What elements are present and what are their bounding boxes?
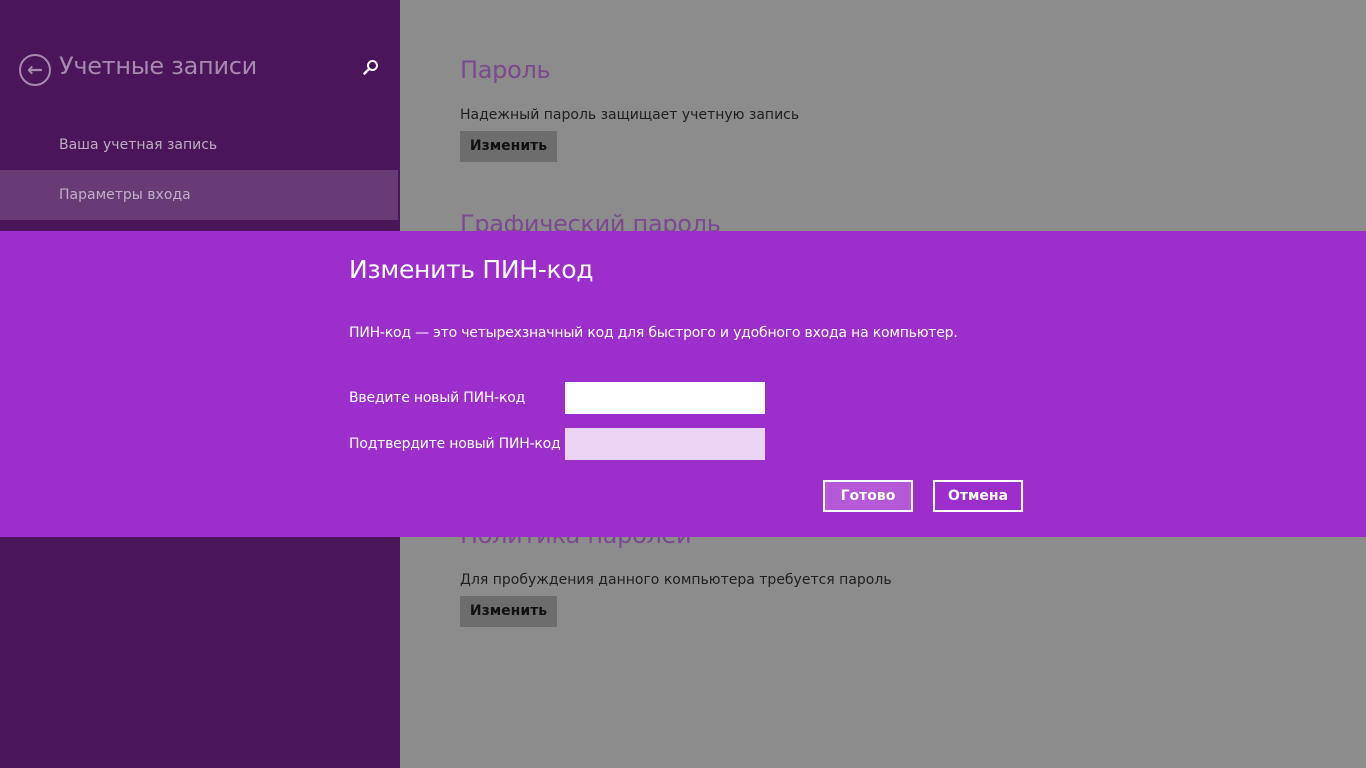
- dialog-title: Изменить ПИН-код: [349, 255, 594, 284]
- sidebar-item-your-account[interactable]: Ваша учетная запись: [0, 120, 398, 170]
- sidebar-item-sign-in-options[interactable]: Параметры входа: [0, 170, 398, 220]
- back-arrow-icon[interactable]: ←: [19, 54, 51, 86]
- sidebar-title: Учетные записи: [59, 52, 257, 80]
- password-section-title: Пароль: [460, 56, 551, 84]
- confirm-pin-input[interactable]: [565, 428, 765, 460]
- change-password-policy-button[interactable]: Изменить: [460, 596, 557, 627]
- sidebar-header: ← Учетные записи: [19, 52, 381, 86]
- password-policy-description: Для пробуждения данного компьютера требу…: [460, 572, 892, 588]
- password-section-description: Надежный пароль защищает учетную запись: [460, 107, 800, 123]
- new-pin-input[interactable]: [565, 382, 765, 414]
- change-pin-dialog: Изменить ПИН-код ПИН-код — это четырехзн…: [0, 231, 1366, 537]
- confirm-pin-label: Подтвердите новый ПИН-код: [349, 436, 561, 452]
- done-button[interactable]: Готово: [823, 480, 913, 512]
- dialog-description: ПИН-код — это четырехзначный код для быс…: [349, 325, 958, 341]
- change-password-button[interactable]: Изменить: [460, 131, 557, 162]
- new-pin-label: Введите новый ПИН-код: [349, 390, 526, 406]
- cancel-button[interactable]: Отмена: [933, 480, 1023, 512]
- search-icon[interactable]: [361, 58, 381, 78]
